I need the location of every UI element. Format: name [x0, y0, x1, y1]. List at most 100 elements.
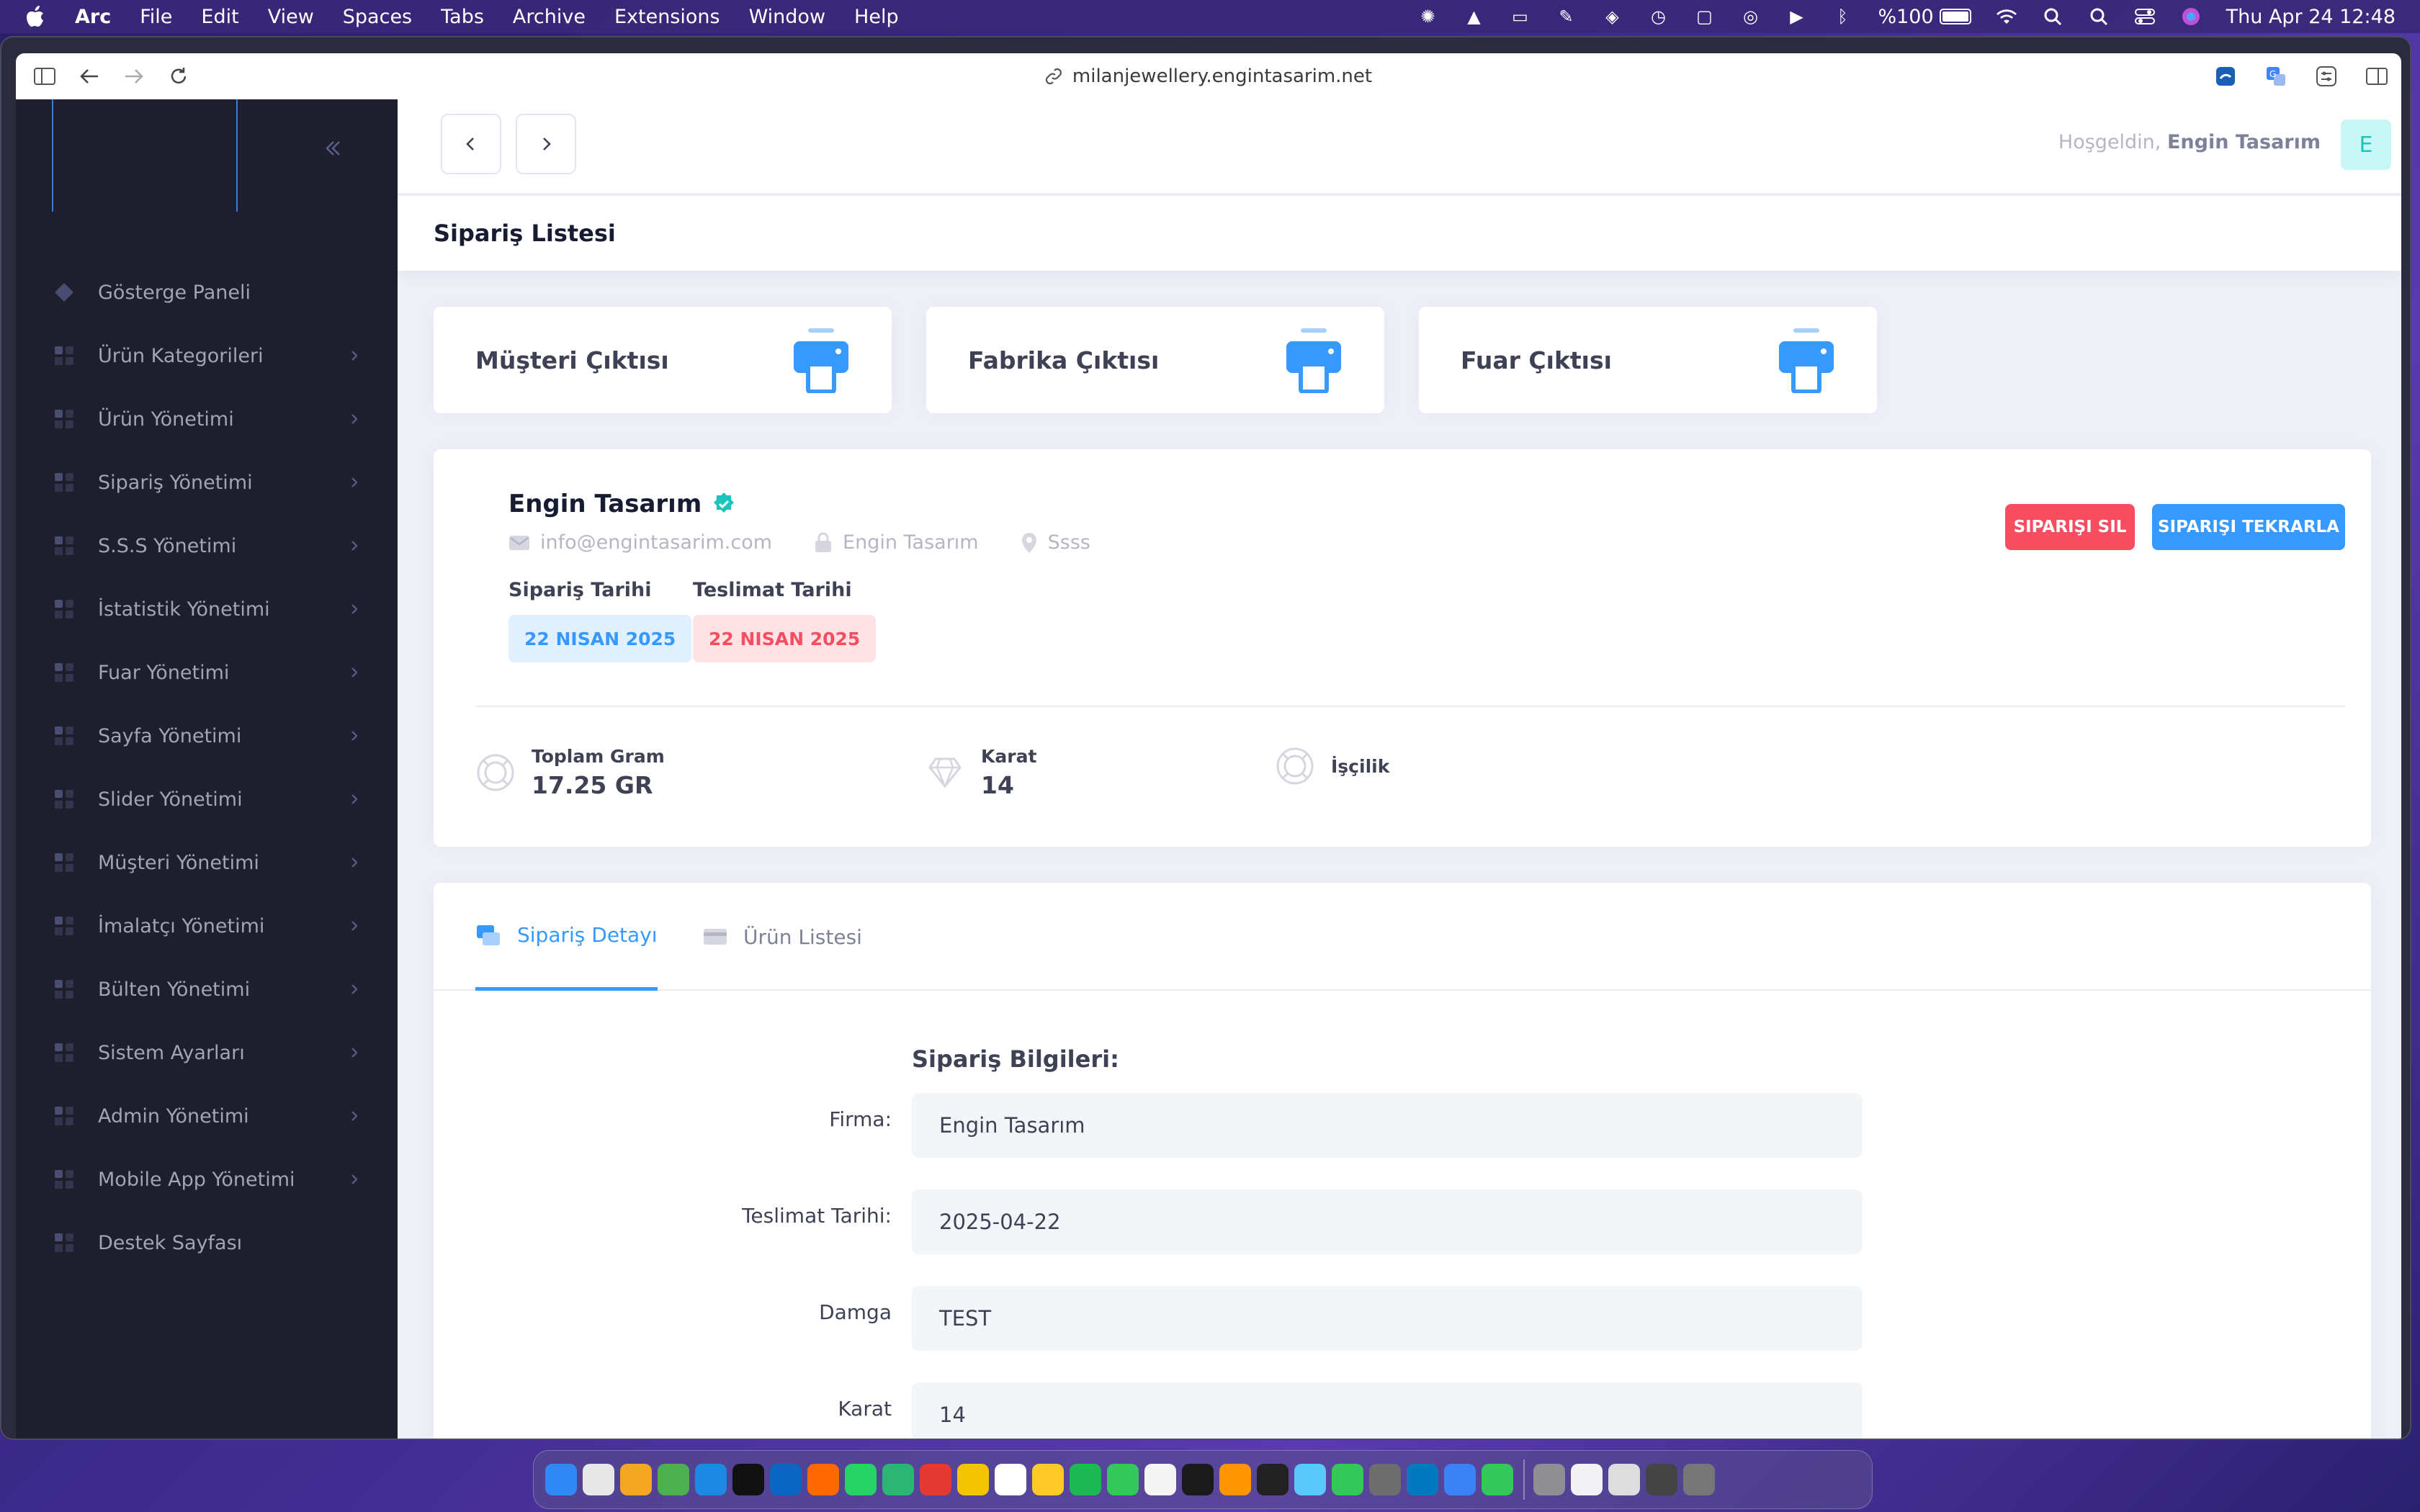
user-avatar[interactable]: E	[2341, 120, 2391, 170]
menu-help[interactable]: Help	[854, 6, 899, 28]
menu-app-name[interactable]: Arc	[75, 6, 111, 28]
repeat-order-button[interactable]: SIPARIŞI TEKRARLA	[2152, 504, 2345, 550]
sidebar-item[interactable]: Mobile App Yönetimi	[16, 1148, 398, 1211]
menu-view[interactable]: View	[268, 6, 314, 28]
dock-app-icon[interactable]	[1444, 1464, 1476, 1495]
sidebar-item[interactable]: Destek Sayfası	[16, 1211, 398, 1274]
delivery-date-field[interactable]: 2025-04-22	[912, 1189, 1863, 1254]
dock-app-icon[interactable]	[545, 1464, 577, 1495]
dock-app-icon[interactable]	[1070, 1464, 1101, 1495]
battery-indicator[interactable]: %100	[1878, 6, 1971, 28]
dock-app-icon[interactable]	[620, 1464, 652, 1495]
dock-app-icon[interactable]	[1144, 1464, 1176, 1495]
menu-tabs[interactable]: Tabs	[441, 6, 484, 28]
display-icon[interactable]: ▢	[1693, 6, 1715, 27]
menu-file[interactable]: File	[140, 6, 172, 28]
dock-app-icon[interactable]	[770, 1464, 802, 1495]
play-icon[interactable]: ▶	[1785, 6, 1807, 27]
dock-app-icon[interactable]	[1407, 1464, 1438, 1495]
dock-app-icon[interactable]	[1571, 1464, 1603, 1495]
history-back-button[interactable]	[441, 114, 501, 174]
wifi-icon[interactable]	[1996, 6, 2017, 27]
dock-app-icon[interactable]	[732, 1464, 764, 1495]
fair-print-card[interactable]: Fuar Çıktısı	[1419, 307, 1877, 413]
history-forward-button[interactable]	[516, 114, 576, 174]
sidebar-item[interactable]: S.S.S Yönetimi	[16, 514, 398, 577]
sidebar-item[interactable]: İstatistik Yönetimi	[16, 577, 398, 641]
siri-icon[interactable]	[2180, 6, 2202, 27]
dock-app-icon[interactable]	[1294, 1464, 1326, 1495]
sidebar-item[interactable]: Bülten Yönetimi	[16, 958, 398, 1021]
spotlight-icon[interactable]	[2088, 6, 2110, 27]
sidebar-item[interactable]: Fuar Yönetimi	[16, 641, 398, 704]
dock-app-icon[interactable]	[583, 1464, 614, 1495]
drive-icon[interactable]: ▲	[1463, 6, 1484, 27]
dock-app-icon[interactable]	[1032, 1464, 1064, 1495]
dock-app-icon[interactable]	[920, 1464, 951, 1495]
tools-icon[interactable]: ✎	[1555, 6, 1577, 27]
sidebar-collapse-icon[interactable]	[318, 134, 347, 163]
bluetooth-icon[interactable]: ᛒ	[1832, 6, 1853, 27]
sidebar-item[interactable]: Ürün Kategorileri	[16, 324, 398, 387]
factory-print-card[interactable]: Fabrika Çıktısı	[926, 307, 1384, 413]
sidebar-item[interactable]: Ürün Yönetimi	[16, 387, 398, 451]
dock-app-icon[interactable]	[695, 1464, 727, 1495]
sidebar-item[interactable]: Müşteri Yönetimi	[16, 831, 398, 894]
dock-app-icon[interactable]	[1107, 1464, 1139, 1495]
user-greeting[interactable]: Hoşgeldin, Engin Tasarım	[2058, 131, 2321, 153]
dock-app-icon[interactable]	[1257, 1464, 1289, 1495]
menu-extensions[interactable]: Extensions	[614, 6, 720, 28]
search-icon[interactable]	[2042, 6, 2063, 27]
layers-icon[interactable]: ◈	[1601, 6, 1623, 27]
address-bar[interactable]: milanjewellery.engintasarim.net	[1045, 66, 1372, 87]
sidebar-item[interactable]: Sayfa Yönetimi	[16, 704, 398, 768]
chatgpt-icon[interactable]: ✺	[1417, 6, 1438, 27]
delete-order-button[interactable]: SIPARIŞI SIL	[2005, 504, 2135, 550]
sidebar-item[interactable]: Sistem Ayarları	[16, 1021, 398, 1084]
dock-app-icon[interactable]	[1533, 1464, 1565, 1495]
customer-print-card[interactable]: Müşteri Çıktısı	[434, 307, 892, 413]
dock-app-icon[interactable]	[995, 1464, 1026, 1495]
menu-archive[interactable]: Archive	[513, 6, 586, 28]
reload-icon[interactable]	[163, 60, 194, 92]
menu-clock[interactable]: Thu Apr 24 12:48	[2226, 6, 2396, 28]
translate-icon[interactable]: G	[2260, 60, 2292, 92]
menu-window[interactable]: Window	[749, 6, 825, 28]
dock-app-icon[interactable]	[1646, 1464, 1677, 1495]
dock-app-icon[interactable]	[1683, 1464, 1715, 1495]
menu-edit[interactable]: Edit	[201, 6, 238, 28]
apple-menu-icon[interactable]	[24, 6, 46, 27]
dock-app-icon[interactable]	[882, 1464, 914, 1495]
dock-app-icon[interactable]	[957, 1464, 989, 1495]
sidebar-item[interactable]: Sipariş Yönetimi	[16, 451, 398, 514]
sidebar-toggle-icon[interactable]	[29, 60, 60, 92]
dock-app-icon[interactable]	[1369, 1464, 1401, 1495]
dock-app-icon[interactable]	[1482, 1464, 1513, 1495]
split-view-icon[interactable]	[2361, 60, 2393, 92]
tab-order-detail[interactable]: Sipariş Detayı	[475, 883, 658, 991]
back-icon[interactable]	[73, 60, 105, 92]
karat-field[interactable]: 14	[912, 1382, 1863, 1439]
tab-product-list[interactable]: Ürün Listesi	[703, 883, 862, 991]
control-center-icon[interactable]	[2134, 6, 2156, 27]
dock-app-icon[interactable]	[1608, 1464, 1640, 1495]
time-machine-icon[interactable]: ◷	[1647, 6, 1669, 27]
stamp-field[interactable]: TEST	[912, 1286, 1863, 1351]
dock-app-icon[interactable]	[1332, 1464, 1363, 1495]
sidebar-item[interactable]: Gösterge Paneli	[16, 261, 398, 324]
forward-icon[interactable]	[118, 60, 150, 92]
dock-app-icon[interactable]	[1219, 1464, 1251, 1495]
sidebar-item[interactable]: İmalatçı Yönetimi	[16, 894, 398, 958]
dock-app-icon[interactable]	[807, 1464, 839, 1495]
company-field[interactable]: Engin Tasarım	[912, 1093, 1863, 1158]
customer-email-item[interactable]: info@engintasarim.com	[508, 531, 772, 554]
menu-spaces[interactable]: Spaces	[343, 6, 412, 28]
extension-icon[interactable]	[2210, 60, 2241, 92]
brand-logo[interactable]	[52, 99, 238, 212]
dock-app-icon[interactable]	[658, 1464, 689, 1495]
dock-app-icon[interactable]	[1182, 1464, 1214, 1495]
dock-app-icon[interactable]	[845, 1464, 877, 1495]
fingerprint-icon[interactable]: ◎	[1739, 6, 1761, 27]
screen-icon[interactable]: ▭	[1509, 6, 1531, 27]
customer-name[interactable]: Engin Tasarım	[508, 490, 702, 518]
